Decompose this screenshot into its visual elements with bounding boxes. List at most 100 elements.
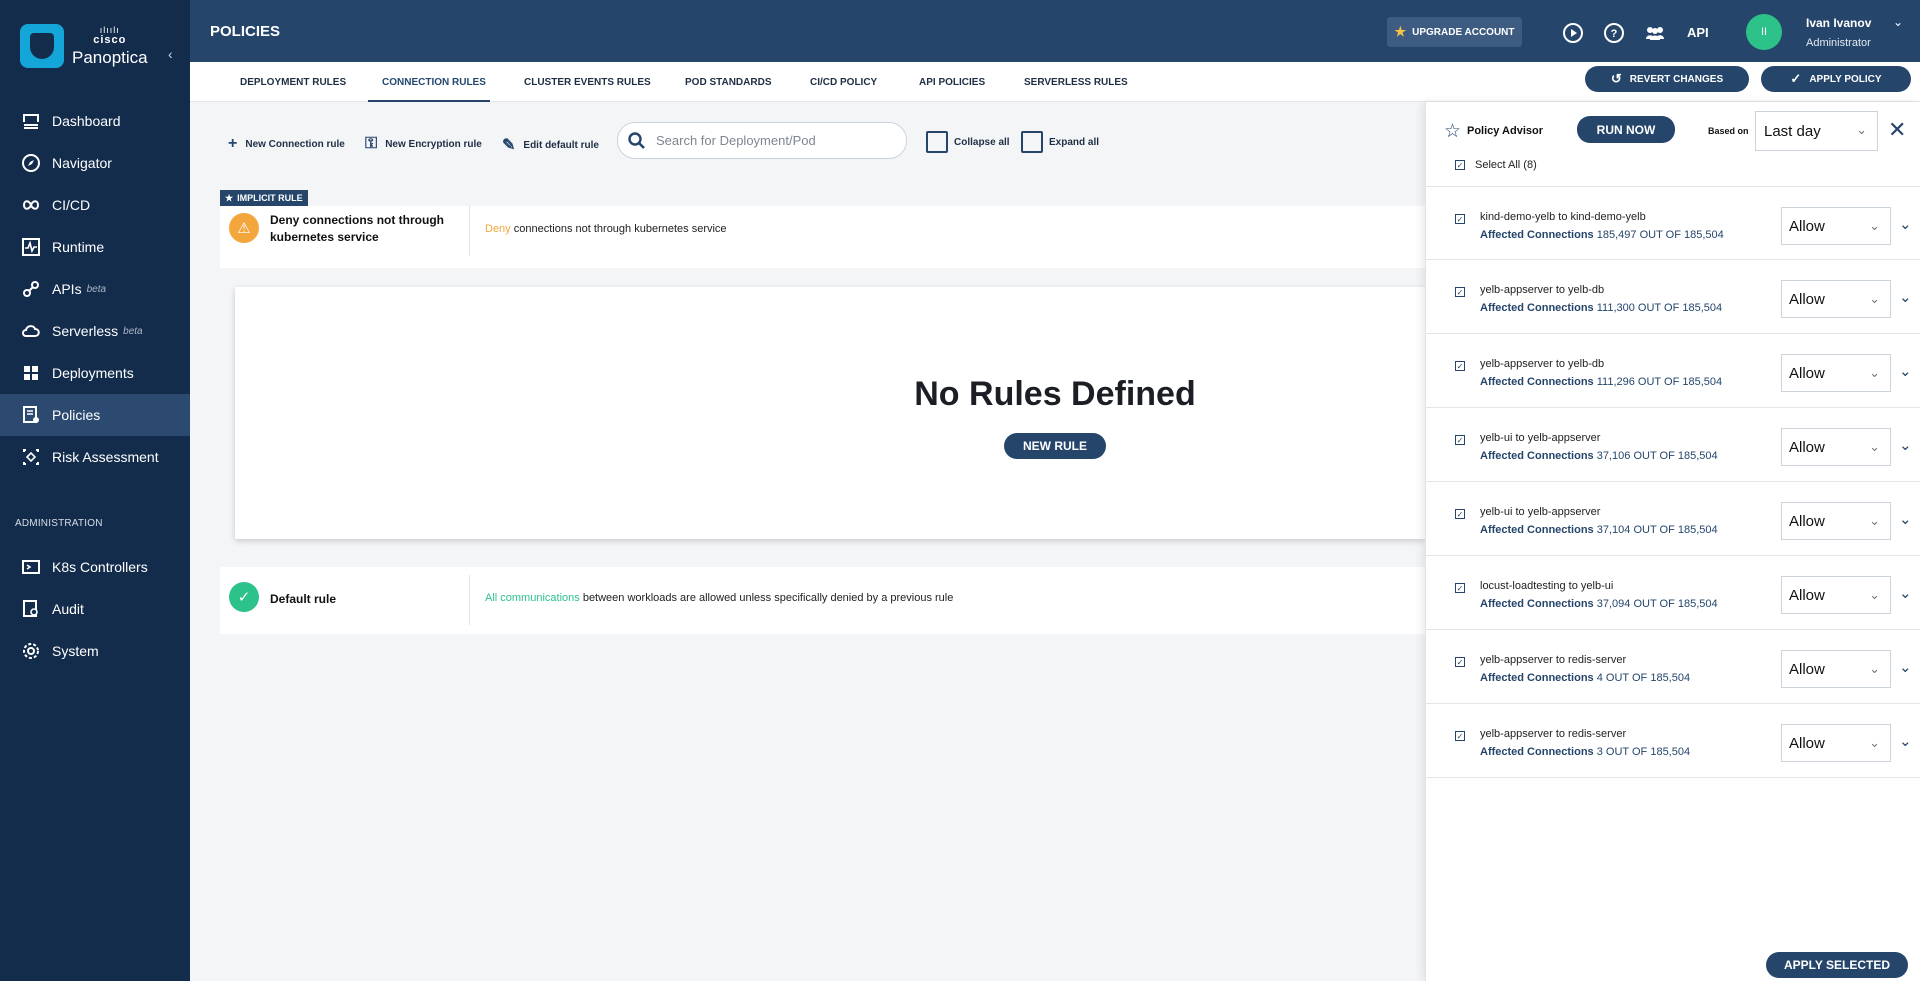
select-all-checkbox[interactable]: ✓ Select All (8) bbox=[1455, 159, 1537, 171]
affected-connections: Affected Connections 185,497 OUT OF 185,… bbox=[1480, 229, 1724, 241]
row-checkbox[interactable]: ✓ bbox=[1455, 657, 1465, 667]
new-connection-rule-button[interactable]: + New Connection rule bbox=[228, 135, 345, 153]
tab-connection-rules[interactable]: CONNECTION RULES bbox=[382, 77, 486, 88]
edit-default-rule-button[interactable]: ✎ Edit default rule bbox=[502, 135, 599, 155]
affected-count: 185,497 OUT OF 185,504 bbox=[1596, 229, 1724, 241]
search-input[interactable] bbox=[656, 133, 886, 148]
search-box[interactable] bbox=[617, 122, 907, 159]
apply-policy-button[interactable]: ✓ APPLY POLICY bbox=[1761, 66, 1911, 92]
tab-cicd-policy[interactable]: CI/CD POLICY bbox=[810, 77, 877, 88]
sidebar-item-dashboard[interactable]: Dashboard bbox=[0, 100, 190, 142]
apply-selected-button[interactable]: APPLY SELECTED bbox=[1766, 952, 1908, 978]
list-item: ✓ yelb-ui to yelb-appserver Affected Con… bbox=[1426, 482, 1920, 556]
avatar[interactable]: II bbox=[1746, 14, 1782, 50]
row-checkbox[interactable]: ✓ bbox=[1455, 509, 1465, 519]
users-icon[interactable] bbox=[1644, 22, 1666, 44]
action-value: Allow bbox=[1789, 660, 1825, 678]
tab-api-policies[interactable]: API POLICIES bbox=[919, 77, 985, 88]
expand-row-icon[interactable]: ⌄ bbox=[1899, 584, 1912, 602]
empty-state-title: No Rules Defined bbox=[914, 375, 1196, 413]
star-icon: ☆ bbox=[1444, 121, 1462, 142]
sidebar-item-policies[interactable]: Policies bbox=[0, 394, 190, 436]
upgrade-account-button[interactable]: ★ UPGRADE ACCOUNT bbox=[1387, 17, 1522, 47]
tab-serverless-rules[interactable]: SERVERLESS RULES bbox=[1024, 77, 1128, 88]
implicit-rule-card[interactable]: ⚠ Deny connections not through kubernete… bbox=[220, 206, 1425, 268]
action-select[interactable]: Allow ⌄ bbox=[1781, 724, 1891, 762]
chevron-down-icon[interactable]: ⌄ bbox=[1893, 15, 1903, 29]
collapse-all-button[interactable]: Collapse all bbox=[926, 131, 1010, 153]
expand-row-icon[interactable]: ⌄ bbox=[1899, 510, 1912, 528]
help-icon[interactable]: ? bbox=[1603, 22, 1625, 44]
action-select[interactable]: Allow ⌄ bbox=[1781, 280, 1891, 318]
close-icon[interactable]: ✕ bbox=[1888, 117, 1906, 143]
affected-count: 37,106 OUT OF 185,504 bbox=[1596, 450, 1718, 462]
sidebar-item-apis[interactable]: APIs beta bbox=[0, 268, 190, 310]
sidebar-item-cicd[interactable]: CI/CD bbox=[0, 184, 190, 226]
period-select[interactable]: Last day ⌄ bbox=[1755, 111, 1878, 151]
row-checkbox[interactable]: ✓ bbox=[1455, 214, 1465, 224]
action-select[interactable]: Allow ⌄ bbox=[1781, 428, 1891, 466]
expand-row-icon[interactable]: ⌄ bbox=[1899, 732, 1912, 750]
action-select[interactable]: Allow ⌄ bbox=[1781, 207, 1891, 245]
sidebar-item-system[interactable]: System bbox=[0, 630, 190, 672]
expand-row-icon[interactable]: ⌄ bbox=[1899, 215, 1912, 233]
compass-icon bbox=[20, 152, 42, 174]
badge-label: IMPLICIT RULE bbox=[237, 193, 303, 203]
sidebar-item-label: CI/CD bbox=[52, 197, 91, 213]
collapse-sidebar-icon[interactable]: ‹ bbox=[168, 46, 173, 62]
row-checkbox[interactable]: ✓ bbox=[1455, 583, 1465, 593]
sidebar-item-navigator[interactable]: Navigator bbox=[0, 142, 190, 184]
sidebar-item-deployments[interactable]: Deployments bbox=[0, 352, 190, 394]
sidebar-item-serverless[interactable]: Serverless beta bbox=[0, 310, 190, 352]
play-icon[interactable] bbox=[1562, 22, 1584, 44]
beta-badge: beta bbox=[86, 283, 107, 295]
default-rule-card[interactable]: ✓ Default rule All communications betwee… bbox=[220, 567, 1425, 634]
api-link[interactable]: API bbox=[1687, 25, 1709, 40]
tab-pod-standards[interactable]: POD STANDARDS bbox=[685, 77, 771, 88]
sidebar-item-k8s-controllers[interactable]: K8s Controllers bbox=[0, 546, 190, 588]
sidebar-item-label: APIs bbox=[52, 281, 82, 297]
row-checkbox[interactable]: ✓ bbox=[1455, 287, 1465, 297]
chevron-down-icon: ⌄ bbox=[1869, 735, 1880, 750]
run-now-button[interactable]: RUN NOW bbox=[1577, 116, 1675, 143]
row-checkbox[interactable]: ✓ bbox=[1455, 435, 1465, 445]
chevron-down-icon: ⌄ bbox=[1869, 439, 1880, 454]
sidebar-item-label: Risk Assessment bbox=[52, 449, 159, 465]
new-encryption-label: New Encryption rule bbox=[385, 138, 482, 150]
tab-cluster-events-rules[interactable]: CLUSTER EVENTS RULES bbox=[524, 77, 651, 88]
row-checkbox[interactable]: ✓ bbox=[1455, 361, 1465, 371]
panoptica-logo-icon bbox=[20, 24, 64, 68]
expand-row-icon[interactable]: ⌄ bbox=[1899, 658, 1912, 676]
affected-label: Affected Connections bbox=[1480, 376, 1594, 388]
row-checkbox[interactable]: ✓ bbox=[1455, 731, 1465, 741]
rule-description: Deny connections not through kubernetes … bbox=[485, 223, 727, 235]
revert-changes-button[interactable]: ↺ REVERT CHANGES bbox=[1585, 66, 1749, 92]
connection-title: locust-loadtesting to yelb-ui bbox=[1480, 580, 1614, 592]
user-role: Administrator bbox=[1806, 37, 1871, 49]
affected-connections: Affected Connections 111,300 OUT OF 185,… bbox=[1480, 302, 1722, 314]
runtime-icon bbox=[20, 236, 42, 258]
logo[interactable]: ılıılı cisco Panoptica bbox=[20, 24, 148, 68]
tab-deployment-rules[interactable]: DEPLOYMENT RULES bbox=[240, 77, 346, 88]
expand-row-icon[interactable]: ⌄ bbox=[1899, 436, 1912, 454]
implicit-rule-badge: ★ IMPLICIT RULE bbox=[220, 190, 308, 206]
expand-row-icon[interactable]: ⌄ bbox=[1899, 288, 1912, 306]
action-select[interactable]: Allow ⌄ bbox=[1781, 354, 1891, 392]
list-item: ✓ locust-loadtesting to yelb-ui Affected… bbox=[1426, 556, 1920, 630]
sidebar-item-risk-assessment[interactable]: Risk Assessment bbox=[0, 436, 190, 478]
action-select[interactable]: Allow ⌄ bbox=[1781, 576, 1891, 614]
new-rule-button[interactable]: NEW RULE bbox=[1004, 433, 1106, 459]
action-select[interactable]: Allow ⌄ bbox=[1781, 502, 1891, 540]
expand-row-icon[interactable]: ⌄ bbox=[1899, 362, 1912, 380]
affected-count: 4 OUT OF 185,504 bbox=[1596, 672, 1691, 684]
expand-all-button[interactable]: Expand all bbox=[1021, 131, 1099, 153]
connection-title: yelb-appserver to yelb-db bbox=[1480, 284, 1605, 296]
user-name[interactable]: Ivan Ivanov bbox=[1806, 16, 1871, 30]
sidebar-item-audit[interactable]: Audit bbox=[0, 588, 190, 630]
action-select[interactable]: Allow ⌄ bbox=[1781, 650, 1891, 688]
star-icon: ★ bbox=[225, 192, 234, 203]
rule-description-text: connections not through kubernetes servi… bbox=[510, 223, 727, 235]
sidebar: ılıılı cisco Panoptica ‹ Dashboard Navig… bbox=[0, 0, 190, 981]
sidebar-item-runtime[interactable]: Runtime bbox=[0, 226, 190, 268]
new-encryption-rule-button[interactable]: ⚿ New Encryption rule bbox=[365, 135, 482, 153]
